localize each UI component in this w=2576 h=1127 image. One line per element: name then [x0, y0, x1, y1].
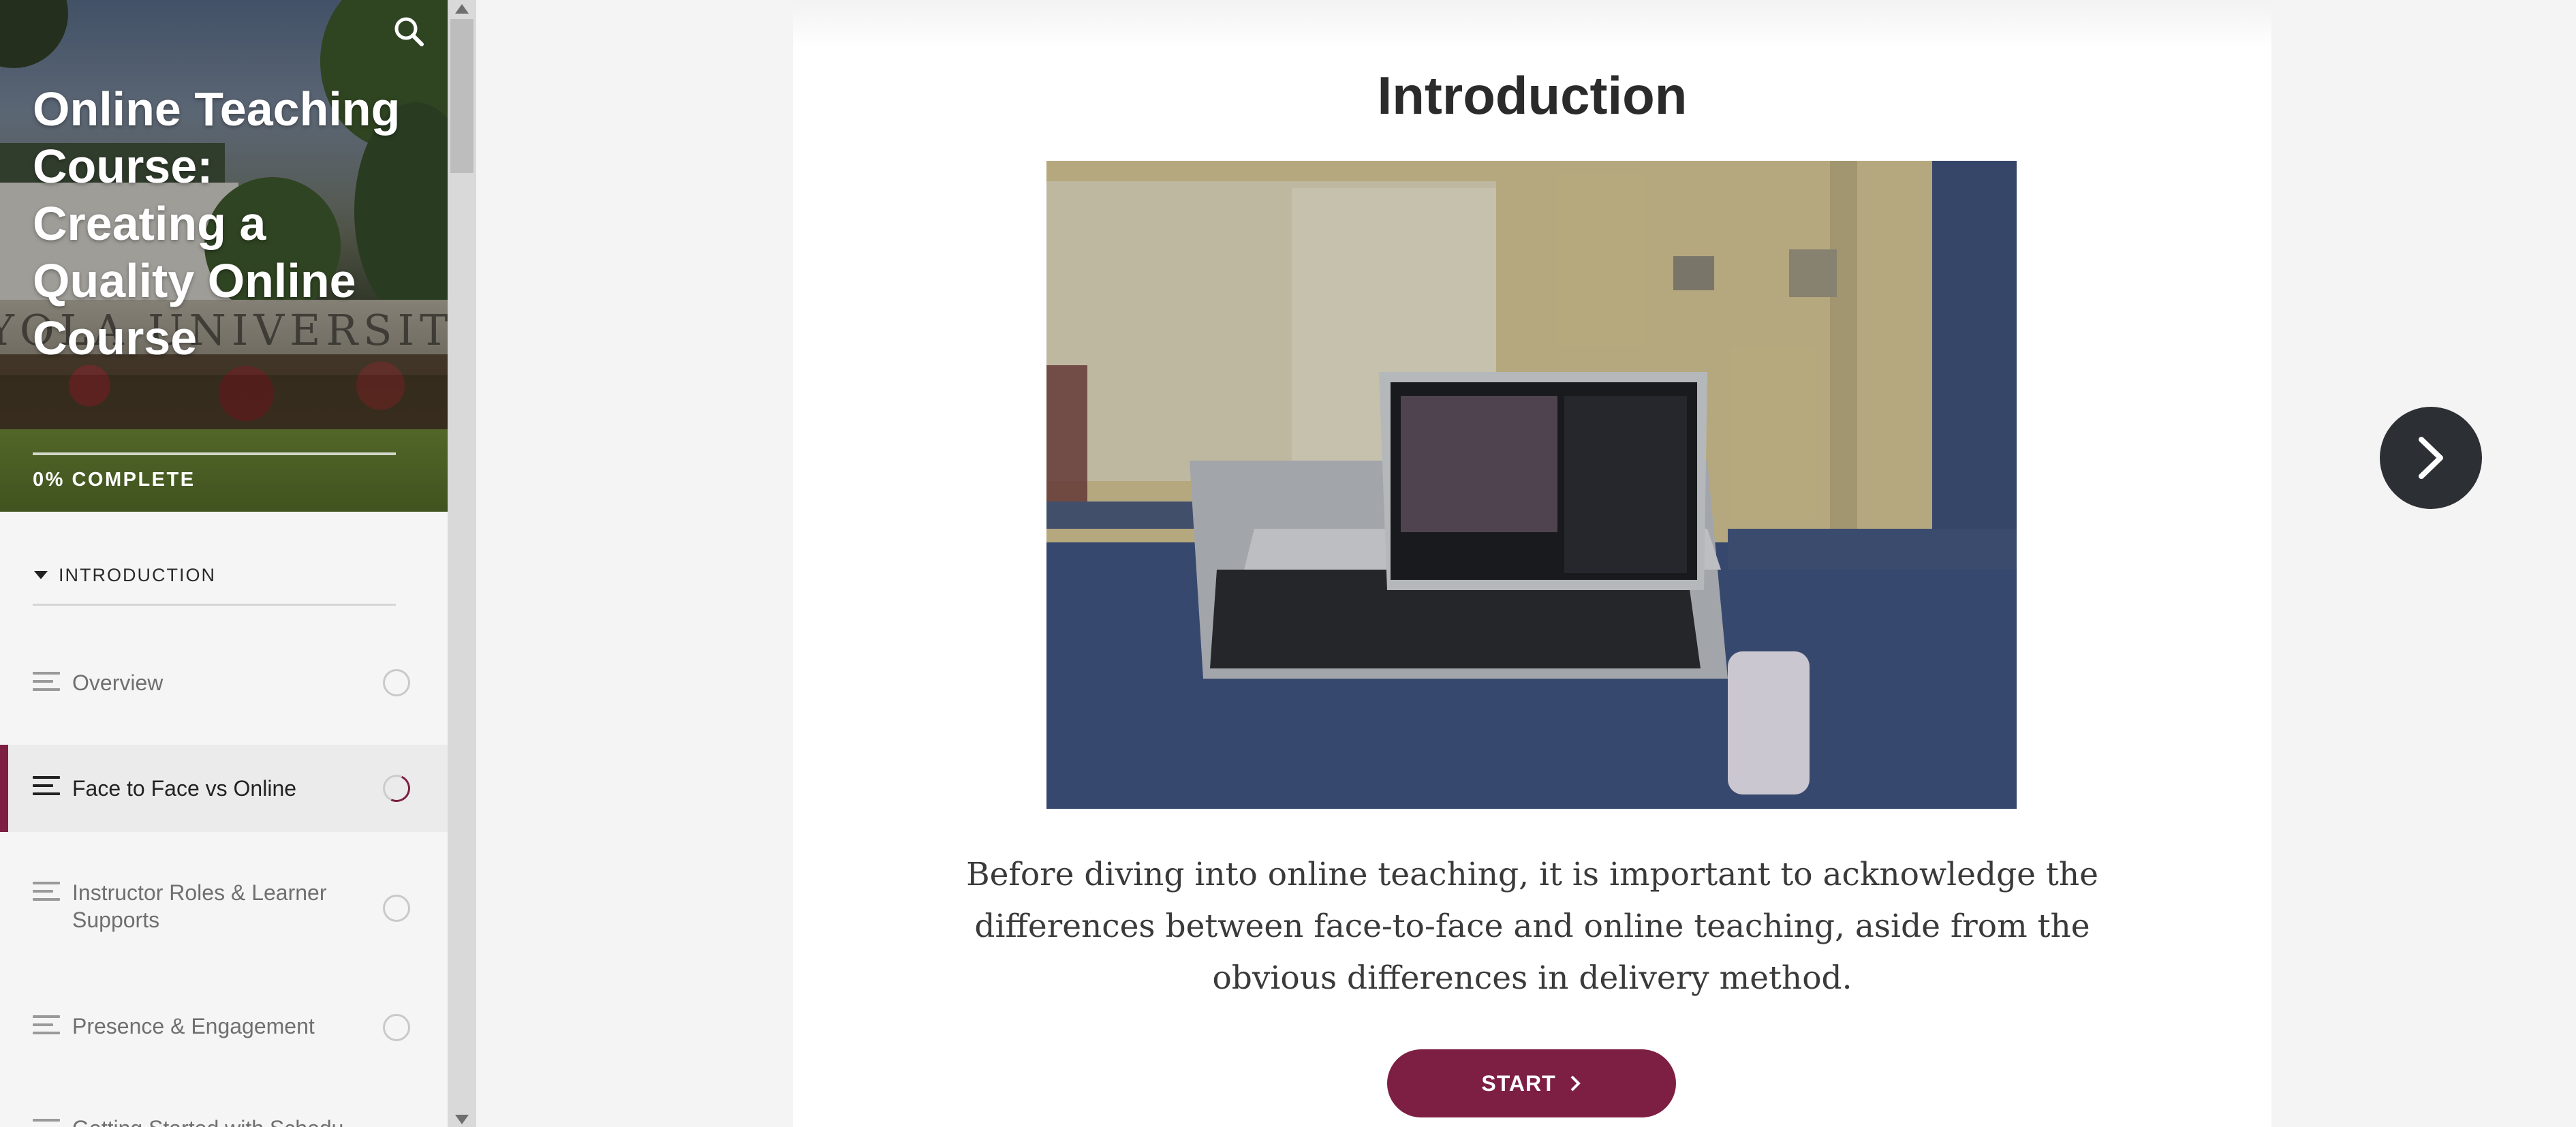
status-circle-icon [383, 1014, 410, 1041]
progress-circle-icon [379, 771, 414, 806]
lesson-content: Introduction Before diving into online t [793, 0, 2271, 1127]
scroll-down-arrow-icon[interactable] [455, 1115, 469, 1124]
lesson-icon [33, 882, 60, 906]
lesson-item-presence-engagement[interactable]: Presence & Engagement [0, 1002, 448, 1056]
laptop-classroom-illustration [1046, 161, 2017, 809]
start-button-label: START [1481, 1070, 1556, 1096]
chevron-right-icon [2419, 437, 2443, 479]
section-header-introduction[interactable]: INTRODUCTION [33, 563, 396, 606]
lesson-icon [33, 1015, 60, 1040]
sidebar: YOLA UNIVERSITY CH Online Teaching Cours… [0, 0, 448, 1127]
lesson-icon [33, 776, 60, 801]
lesson-image [1046, 161, 2017, 809]
lesson-item-face-to-face-vs-online[interactable]: Face to Face vs Online [0, 745, 448, 832]
lesson-item-overview[interactable]: Overview [0, 655, 448, 710]
course-title: Online Teaching Course: Creating a Quali… [33, 82, 401, 365]
lesson-body-text: Before diving into online teaching, it i… [966, 856, 2098, 997]
lesson-item-getting-started[interactable]: Getting Started with Schedu [0, 1108, 448, 1127]
lesson-label: Presence & Engagement [72, 1014, 315, 1038]
lesson-label: Overview [72, 670, 164, 695]
lesson-icon [33, 1119, 60, 1127]
sidebar-scrollbar[interactable] [448, 0, 476, 1127]
next-lesson-button[interactable] [2380, 407, 2482, 509]
lesson-label: Face to Face vs Online [72, 776, 297, 801]
caret-down-icon [34, 571, 48, 579]
start-button[interactable]: START [1387, 1049, 1676, 1117]
progress-bar [33, 452, 396, 455]
search-icon [394, 17, 424, 46]
lesson-item-instructor-roles[interactable]: Instructor Roles & Learner Supports [0, 872, 448, 954]
status-circle-icon [383, 669, 410, 696]
status-circle-icon [383, 895, 410, 922]
lesson-icon [33, 672, 60, 696]
section-label: INTRODUCTION [59, 565, 216, 585]
lesson-label: Getting Started with Schedu [72, 1115, 343, 1127]
active-indicator [0, 745, 8, 832]
scrollbar-thumb[interactable] [450, 19, 474, 173]
scroll-up-arrow-icon[interactable] [455, 4, 469, 14]
search-button[interactable] [390, 14, 427, 50]
progress-text: 0% COMPLETE [33, 469, 196, 491]
chevron-right-icon [1570, 1075, 1581, 1092]
card-top-shadow [793, 0, 2271, 48]
lesson-title: Introduction [1377, 65, 1688, 125]
lesson-label: Instructor Roles & Learner Supports [72, 880, 327, 932]
